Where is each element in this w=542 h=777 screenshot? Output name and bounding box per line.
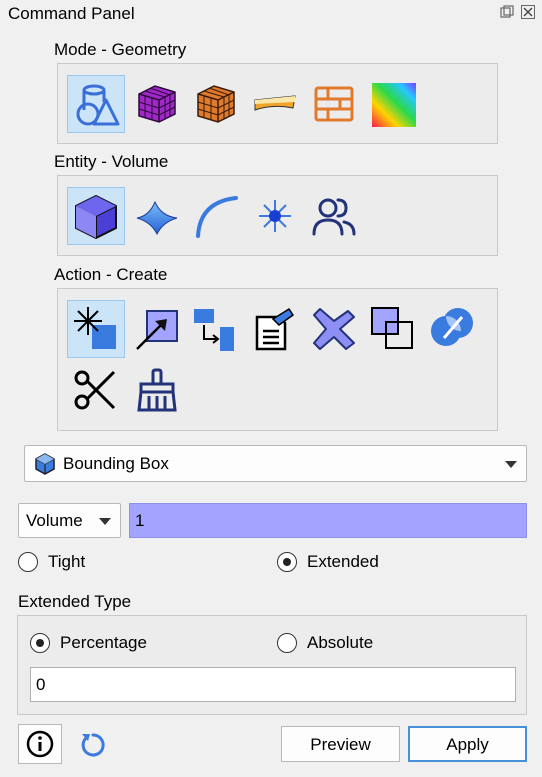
info-button[interactable] [18, 724, 62, 764]
command-select-value: Bounding Box [63, 454, 169, 473]
entity-vertex-button[interactable] [246, 187, 304, 245]
mode-label: Mode - Geometry [54, 40, 187, 59]
transform-icon [194, 309, 234, 351]
tight-label: Tight [48, 552, 86, 571]
command-select[interactable]: Bounding Box [24, 445, 527, 482]
extended-label: Extended [307, 552, 379, 571]
create-icon [74, 307, 116, 349]
action-overlap-button[interactable] [364, 300, 422, 358]
gradient-icon [372, 83, 416, 127]
cut-scissors-icon [74, 370, 116, 410]
overlap-icon [371, 307, 413, 349]
close-icon[interactable] [521, 5, 535, 19]
action-cut-button[interactable] [67, 361, 125, 419]
extended-radio-circle [277, 552, 297, 572]
action-label: Action - Create [54, 265, 168, 284]
surface-icon [136, 200, 178, 236]
geometry-mode-icon [76, 84, 120, 126]
mode-mesh-button[interactable] [128, 75, 186, 133]
brick-wall-icon [314, 86, 354, 122]
chevron-down-icon [505, 461, 517, 468]
mode-geometry-button[interactable] [67, 75, 125, 133]
group-users-icon [312, 198, 356, 236]
mode-gradient-button[interactable] [364, 75, 422, 133]
entity-volume-button[interactable] [67, 187, 125, 245]
curve-arc-icon [196, 196, 238, 238]
action-toolbar [57, 288, 498, 431]
action-create-button[interactable] [67, 300, 125, 358]
id-input[interactable]: 1 [129, 503, 527, 538]
mode-toolbar [57, 63, 498, 144]
action-modify-button[interactable] [128, 300, 186, 358]
entity-type-select[interactable]: Volume [18, 503, 121, 538]
percentage-radio[interactable]: Percentage [30, 633, 147, 653]
apply-button[interactable]: Apply [408, 726, 527, 762]
modify-icon [136, 310, 178, 350]
action-cleanup-button[interactable] [128, 361, 186, 419]
absolute-radio[interactable]: Absolute [277, 633, 373, 653]
boolean-icon [431, 308, 473, 346]
float-window-icon[interactable] [500, 5, 514, 19]
cleanup-broom-icon [137, 368, 177, 412]
entity-type-value: Volume [26, 511, 83, 530]
tight-radio-circle [18, 552, 38, 572]
bounding-box-icon [35, 453, 55, 475]
absolute-label: Absolute [307, 633, 374, 652]
reset-icon[interactable] [78, 730, 108, 760]
info-icon [26, 730, 54, 758]
chevron-down-icon [99, 518, 111, 525]
mode-surface-button[interactable] [246, 75, 304, 133]
action-boolean-button[interactable] [423, 300, 481, 358]
entity-surface-button[interactable] [128, 187, 186, 245]
entity-group-button[interactable] [305, 187, 363, 245]
panel-title: Command Panel [8, 4, 135, 23]
extended-radio[interactable]: Extended [277, 552, 379, 572]
entity-curve-button[interactable] [187, 187, 245, 245]
entity-toolbar [57, 175, 498, 256]
mode-hex-mesh-button[interactable] [187, 75, 245, 133]
extended-type-label: Extended Type [18, 592, 132, 611]
delete-icon [313, 308, 355, 350]
properties-icon [255, 307, 295, 351]
tight-radio[interactable]: Tight [18, 552, 85, 572]
mesh-mode-icon [138, 85, 176, 123]
absolute-radio-circle [277, 633, 297, 653]
entity-label: Entity - Volume [54, 152, 169, 171]
action-delete-button[interactable] [305, 300, 363, 358]
percentage-label: Percentage [60, 633, 147, 652]
volume-cube-icon [75, 194, 117, 240]
vertex-icon [259, 200, 291, 232]
action-transform-button[interactable] [187, 300, 245, 358]
hex-mesh-icon [197, 85, 235, 123]
preview-button[interactable]: Preview [281, 726, 400, 762]
mode-wall-button[interactable] [305, 75, 363, 133]
action-properties-button[interactable] [246, 300, 304, 358]
surface-strip-icon [254, 95, 296, 111]
extended-value-input[interactable]: 0 [30, 667, 516, 702]
percentage-radio-circle [30, 633, 50, 653]
